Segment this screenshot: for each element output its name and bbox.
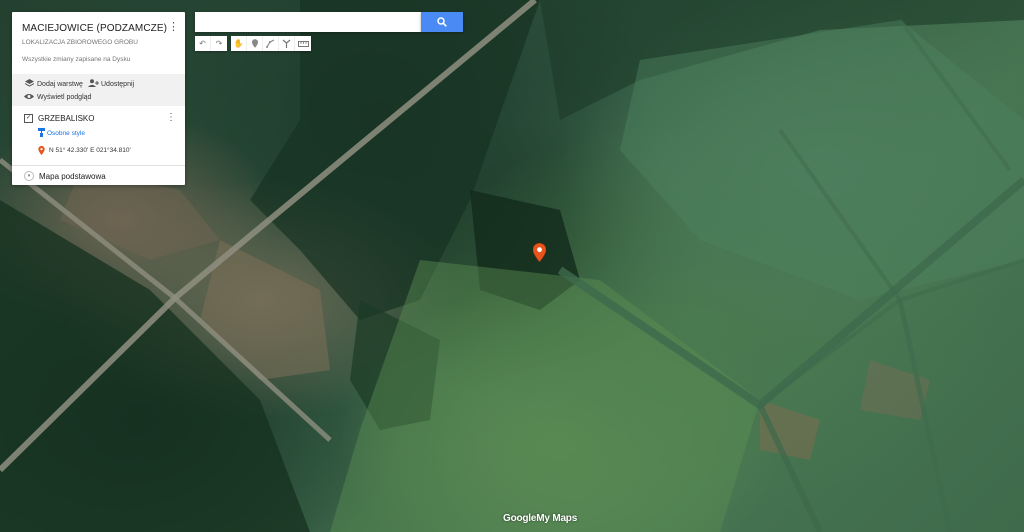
add-person-icon <box>88 79 99 89</box>
directions-icon[interactable] <box>279 36 295 51</box>
feature-coordinates: N 51° 42.330' E 021°34.810' <box>49 147 131 154</box>
marker-icon[interactable] <box>247 36 263 51</box>
add-layer-button[interactable]: Dodaj warstwę <box>24 79 83 89</box>
save-status: Wszystkie zmiany zapisane na Dysku <box>22 56 131 63</box>
divider <box>12 165 185 166</box>
add-layer-label: Dodaj warstwę <box>37 80 83 88</box>
eye-icon <box>24 93 34 102</box>
preview-label: Wyświetl podgląd <box>37 94 92 101</box>
expand-icon: ▾ <box>24 171 34 181</box>
ruler-icon[interactable] <box>295 36 311 51</box>
search-button[interactable] <box>421 12 463 32</box>
style-link[interactable]: Osobne style <box>38 128 85 139</box>
share-button[interactable]: Udostępnij <box>88 79 134 89</box>
layers-icon <box>24 79 34 89</box>
map-marker-icon[interactable] <box>533 243 546 262</box>
feature-item[interactable]: N 51° 42.330' E 021°34.810' <box>38 146 131 155</box>
basemap-toggle[interactable]: ▾ Mapa podstawowa <box>24 171 106 181</box>
map-toolbar: ↶ ↷ ✋ <box>195 36 315 51</box>
share-label: Udostępnij <box>101 80 135 88</box>
map-description[interactable]: LOKALIZACJA ZBIOROWEGO GROBU <box>22 39 138 46</box>
layer-header[interactable]: ✓ GRZEBALISKO <box>24 114 94 123</box>
logo-google: Google <box>503 513 537 524</box>
style-label: Osobne style <box>47 130 85 137</box>
draw-line-icon[interactable] <box>263 36 279 51</box>
redo-icon[interactable]: ↷ <box>211 36 227 51</box>
more-vert-icon[interactable]: ⋮ <box>168 22 179 33</box>
layer-more-icon[interactable]: ⋮ <box>166 113 176 123</box>
hand-icon[interactable]: ✋ <box>231 36 247 51</box>
map-panel: MACIEJOWICE (PODZAMCZE) ⋮ LOKALIZACJA ZB… <box>12 12 185 185</box>
google-my-maps-logo: GoogleMy Maps <box>503 513 577 524</box>
paint-roller-icon <box>38 128 45 139</box>
logo-my-maps: My Maps <box>536 513 578 524</box>
undo-icon[interactable]: ↶ <box>195 36 211 51</box>
search-input[interactable] <box>195 12 421 32</box>
basemap-label: Mapa podstawowa <box>39 171 106 181</box>
placemark-icon <box>38 146 45 155</box>
tools-group: ✋ <box>231 36 311 51</box>
panel-actions: Dodaj warstwę Udostępnij Wyświetl podglą… <box>12 74 185 106</box>
history-group: ↶ ↷ <box>195 36 227 51</box>
search-icon <box>437 17 447 27</box>
layer-name[interactable]: GRZEBALISKO <box>38 114 94 123</box>
preview-button[interactable]: Wyświetl podgląd <box>24 93 91 102</box>
layer-checkbox[interactable]: ✓ <box>24 114 33 123</box>
map-title[interactable]: MACIEJOWICE (PODZAMCZE) <box>22 23 167 34</box>
